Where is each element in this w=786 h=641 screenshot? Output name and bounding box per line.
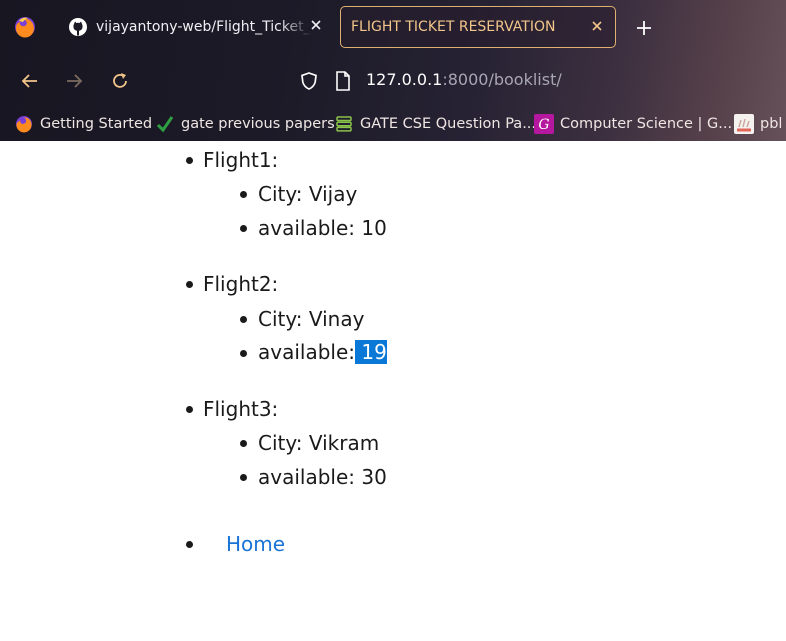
list-bullet: [240, 191, 247, 198]
selected-text-highlight: 19: [355, 340, 387, 364]
flight-city: City: Vinay: [258, 307, 365, 331]
list-bullet: [240, 225, 247, 232]
url-host: 127.0.0.1: [366, 70, 443, 89]
pbl-icon: [734, 113, 754, 134]
close-tab-icon[interactable]: [308, 17, 324, 33]
url-path: :8000/booklist/: [442, 70, 562, 89]
svg-text:G: G: [538, 117, 549, 133]
stack-icon: [336, 115, 352, 132]
list-bullet: [240, 316, 247, 323]
bookmark-label: Getting Started: [40, 115, 153, 132]
list-bullet: [186, 406, 193, 413]
flight-label: Flight3:: [203, 397, 279, 421]
tab-title: vijayantony-web/Flight_Ticket_Booking: [96, 19, 312, 35]
firefox-menu-button[interactable]: [10, 12, 40, 42]
flight-availability: available: 30: [258, 465, 387, 489]
tracking-protection-shield-icon[interactable]: [298, 70, 320, 92]
new-tab-icon[interactable]: [634, 18, 654, 38]
flight-label: Flight2:: [203, 272, 279, 296]
list-bullet: [186, 157, 193, 164]
check-icon: [156, 115, 174, 132]
bookmark-label: GATE CSE Question Pa...: [360, 115, 537, 132]
availability-value: 30: [361, 465, 387, 489]
github-icon: [69, 18, 87, 36]
availability-value: 10: [361, 216, 387, 240]
bookmark-label: pbl: [760, 115, 783, 132]
availability-label: available:: [258, 340, 356, 364]
list-bullet: [186, 281, 193, 288]
list-bullet: [240, 474, 247, 481]
tab-title: FLIGHT TICKET RESERVATION: [351, 19, 556, 35]
availability-label: available:: [258, 465, 356, 489]
page-info-icon[interactable]: [334, 70, 352, 92]
bookmark-pbl[interactable]: pbl: [734, 106, 782, 141]
tab-github[interactable]: vijayantony-web/Flight_Ticket_Booking: [56, 6, 334, 48]
address-bar[interactable]: 127.0.0.1:8000/booklist/: [366, 70, 562, 89]
tab-bar: vijayantony-web/Flight_Ticket_Booking FL…: [0, 0, 786, 56]
bookmark-getting-started[interactable]: Getting Started: [14, 106, 152, 141]
navigation-bar: 127.0.0.1:8000/booklist/: [0, 58, 786, 104]
list-bullet: [240, 440, 247, 447]
forward-arrow-icon[interactable]: [63, 70, 85, 92]
list-bullet: [240, 350, 247, 357]
reload-icon[interactable]: [109, 70, 131, 92]
home-link[interactable]: Home: [226, 532, 285, 556]
list-bullet: [186, 541, 193, 548]
close-tab-icon[interactable]: [589, 18, 605, 34]
flight-availability: available: 10: [258, 216, 387, 240]
bookmark-label: gate previous papers: [181, 115, 335, 132]
flight-label: Flight1:: [203, 148, 279, 172]
page-content: Flight1: City: Vijay available: 10 Fligh…: [0, 141, 786, 641]
flight-city: City: Vikram: [258, 431, 380, 455]
bookmark-gate-cse-question[interactable]: GATE CSE Question Pa...: [334, 106, 536, 141]
firefox-icon: [15, 17, 35, 38]
flight-availability: available: 19: [258, 340, 387, 364]
bookmark-computer-science[interactable]: G Computer Science | G...: [534, 106, 732, 141]
g-icon: G: [534, 113, 554, 134]
flight-city: City: Vijay: [258, 182, 358, 206]
firefox-icon: [16, 115, 32, 132]
back-arrow-icon[interactable]: [19, 70, 41, 92]
bookmarks-toolbar: Getting Started gate previous papers GAT…: [0, 106, 786, 141]
bookmark-label: Computer Science | G...: [560, 115, 733, 132]
availability-label: available:: [258, 216, 356, 240]
tab-flight-reservation[interactable]: FLIGHT TICKET RESERVATION: [340, 6, 616, 48]
browser-chrome: vijayantony-web/Flight_Ticket_Booking FL…: [0, 0, 786, 141]
bookmark-gate-previous-papers[interactable]: gate previous papers: [155, 106, 335, 141]
availability-value: 19: [361, 340, 387, 364]
